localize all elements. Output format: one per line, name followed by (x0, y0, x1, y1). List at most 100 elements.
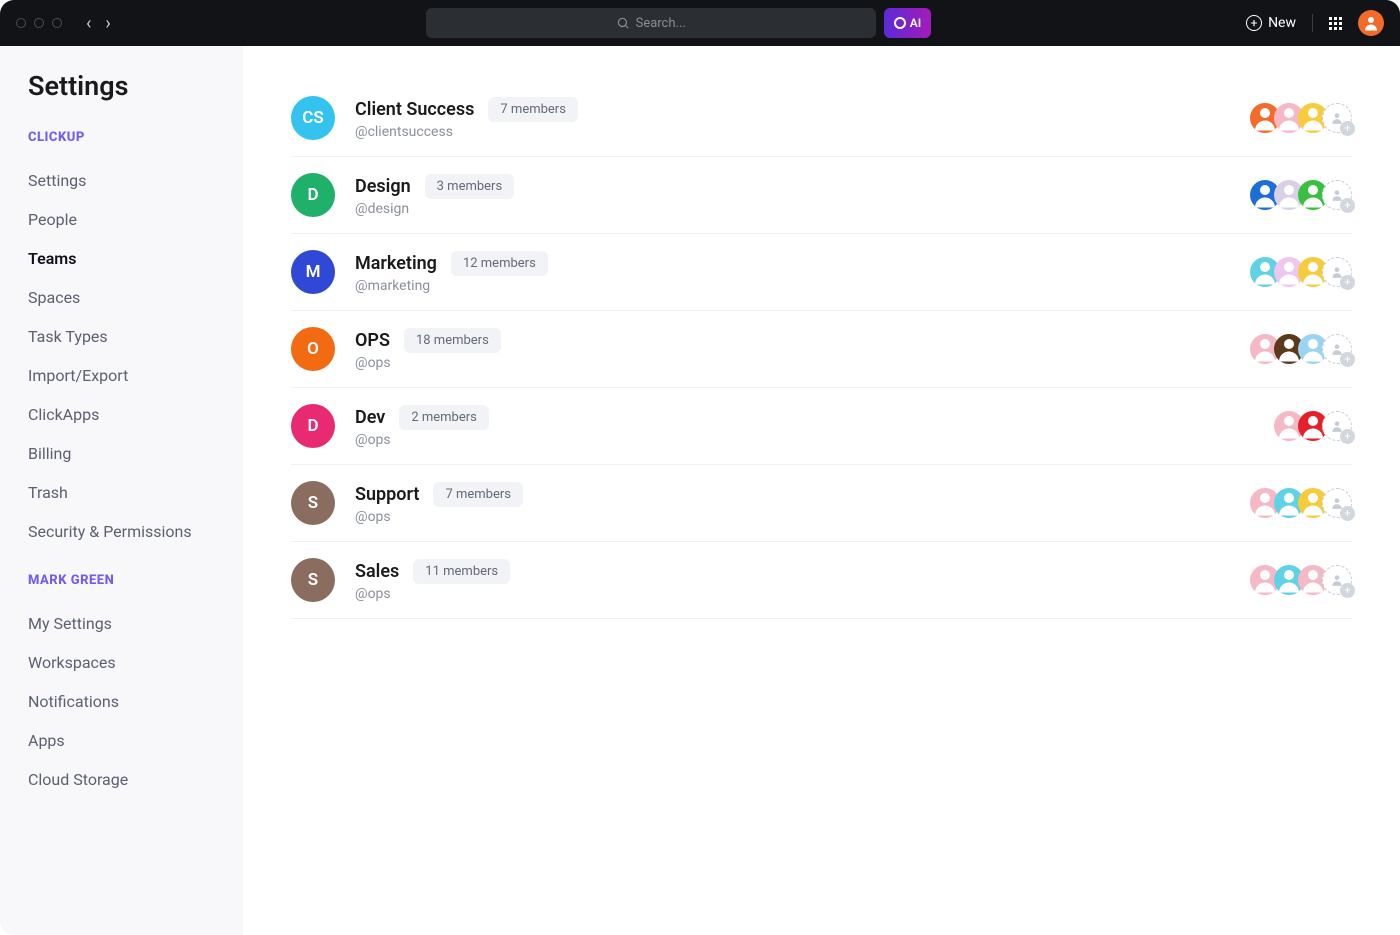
team-avatar: S (291, 558, 335, 602)
team-avatar: O (291, 327, 335, 371)
member-count-pill: 18 members (404, 328, 501, 353)
member-avatars: + (1274, 411, 1352, 441)
sidebar-item-settings[interactable]: Settings (28, 161, 215, 200)
team-row[interactable]: S Sales 11 members @ops + (291, 542, 1352, 619)
sidebar-item-cloud-storage[interactable]: Cloud Storage (28, 760, 215, 799)
forward-button[interactable]: › (105, 13, 110, 34)
window-controls (16, 18, 62, 28)
sidebar-item-import-export[interactable]: Import/Export (28, 356, 215, 395)
add-member-button[interactable]: + (1322, 411, 1352, 441)
member-avatars: + (1250, 488, 1352, 518)
person-icon (1362, 14, 1380, 32)
sidebar-item-clickapps[interactable]: ClickApps (28, 395, 215, 434)
team-name: Marketing (355, 253, 437, 274)
member-count-pill: 2 members (399, 405, 489, 430)
team-handle: @design (355, 201, 514, 217)
add-member-button[interactable]: + (1322, 334, 1352, 364)
new-button[interactable]: + New (1246, 15, 1296, 31)
search-icon (616, 16, 630, 30)
member-count-pill: 7 members (433, 482, 523, 507)
sidebar-item-workspaces[interactable]: Workspaces (28, 643, 215, 682)
apps-grid-icon[interactable] (1329, 17, 1342, 30)
team-name: Support (355, 484, 419, 505)
ai-button[interactable]: AI (884, 8, 931, 38)
team-name: Sales (355, 561, 399, 582)
sidebar-item-my-settings[interactable]: My Settings (28, 604, 215, 643)
nav-arrows: ‹ › (86, 13, 111, 34)
back-button[interactable]: ‹ (86, 13, 91, 34)
team-name: Client Success (355, 99, 474, 120)
team-handle: @marketing (355, 278, 548, 294)
sidebar-item-people[interactable]: People (28, 200, 215, 239)
team-name: Dev (355, 407, 385, 428)
plus-badge-icon: + (1340, 583, 1355, 598)
member-count-pill: 7 members (488, 97, 578, 122)
team-info: Support 7 members @ops (355, 482, 523, 525)
new-label: New (1268, 15, 1296, 31)
team-info: Client Success 7 members @clientsuccess (355, 97, 578, 140)
team-handle: @ops (355, 586, 510, 602)
team-row[interactable]: D Dev 2 members @ops + (291, 388, 1352, 465)
team-row[interactable]: D Design 3 members @design + (291, 157, 1352, 234)
team-avatar: D (291, 173, 335, 217)
team-row[interactable]: M Marketing 12 members @marketing + (291, 234, 1352, 311)
plus-badge-icon: + (1340, 352, 1355, 367)
team-name: OPS (355, 330, 390, 351)
team-handle: @ops (355, 432, 489, 448)
team-handle: @clientsuccess (355, 124, 578, 140)
team-handle: @ops (355, 355, 501, 371)
team-info: Sales 11 members @ops (355, 559, 510, 602)
user-avatar[interactable] (1358, 10, 1384, 36)
plus-badge-icon: + (1340, 506, 1355, 521)
add-member-button[interactable]: + (1322, 257, 1352, 287)
sidebar-item-spaces[interactable]: Spaces (28, 278, 215, 317)
sidebar-item-trash[interactable]: Trash (28, 473, 215, 512)
team-info: Dev 2 members @ops (355, 405, 489, 448)
team-avatar: CS (291, 96, 335, 140)
team-info: Marketing 12 members @marketing (355, 251, 548, 294)
plus-badge-icon: + (1340, 121, 1355, 136)
member-avatars: + (1250, 565, 1352, 595)
team-row[interactable]: CS Client Success 7 members @clientsuccess + (291, 90, 1352, 157)
team-row[interactable]: SSupport7 members@ops+ (291, 465, 1352, 542)
team-info: Design 3 members @design (355, 174, 514, 217)
member-avatars: + (1250, 103, 1352, 133)
plus-badge-icon: + (1340, 429, 1355, 444)
add-member-button[interactable]: + (1322, 488, 1352, 518)
sidebar-section-workspace: CLICKUP (28, 130, 215, 145)
team-avatar: D (291, 404, 335, 448)
add-member-button[interactable]: + (1322, 565, 1352, 595)
minimize-window-icon[interactable] (34, 18, 44, 28)
search-placeholder: Search... (636, 16, 686, 31)
add-member-button[interactable]: + (1322, 103, 1352, 133)
sidebar-item-teams[interactable]: Teams (28, 239, 215, 278)
team-info: OPS 18 members @ops (355, 328, 501, 371)
team-name: Design (355, 176, 411, 197)
member-avatars: + (1250, 334, 1352, 364)
team-avatar: M (291, 250, 335, 294)
maximize-window-icon[interactable] (52, 18, 62, 28)
sidebar-item-security-permissions[interactable]: Security & Permissions (28, 512, 215, 551)
add-member-button[interactable]: + (1322, 180, 1352, 210)
sidebar-section-user: MARK GREEN (28, 573, 215, 588)
topbar: ‹ › Search... AI + New (0, 0, 1400, 46)
divider (1312, 14, 1313, 32)
sidebar: Settings CLICKUP SettingsPeopleTeamsSpac… (0, 46, 243, 935)
member-avatars: + (1250, 180, 1352, 210)
team-row[interactable]: O OPS 18 members @ops + (291, 311, 1352, 388)
member-avatars: + (1250, 257, 1352, 287)
sidebar-item-billing[interactable]: Billing (28, 434, 215, 473)
plus-badge-icon: + (1340, 198, 1355, 213)
sidebar-item-task-types[interactable]: Task Types (28, 317, 215, 356)
ai-icon (894, 17, 906, 29)
close-window-icon[interactable] (16, 18, 26, 28)
sidebar-item-notifications[interactable]: Notifications (28, 682, 215, 721)
sidebar-item-apps[interactable]: Apps (28, 721, 215, 760)
member-count-pill: 12 members (451, 251, 548, 276)
plus-badge-icon: + (1340, 275, 1355, 290)
member-count-pill: 3 members (425, 174, 515, 199)
member-count-pill: 11 members (413, 559, 510, 584)
search-input[interactable]: Search... (426, 8, 876, 38)
teams-list: CS Client Success 7 members @clientsuccess +… (243, 46, 1400, 935)
team-handle: @ops (355, 509, 523, 525)
